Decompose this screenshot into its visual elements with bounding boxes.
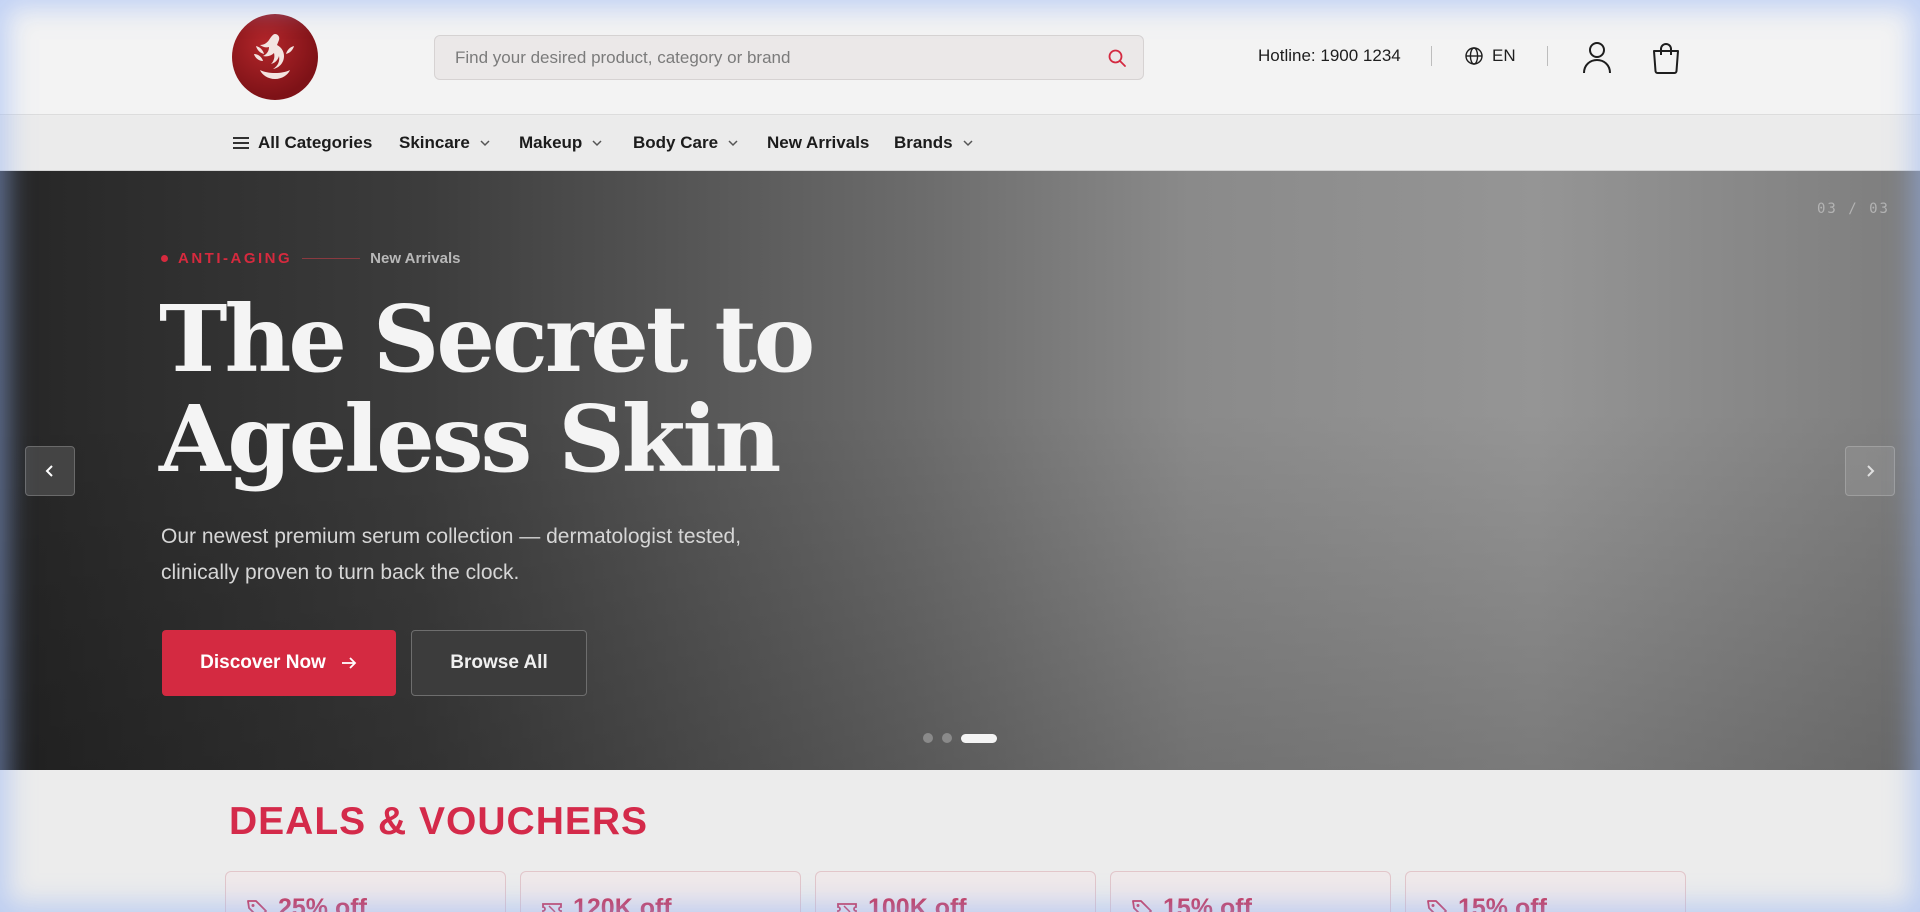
arrow-right-icon (341, 657, 357, 669)
hero-tag-row: ANTI-AGING New Arrivals (161, 250, 461, 267)
tag-icon (247, 900, 267, 912)
carousel-prev-button[interactable] (25, 446, 75, 496)
chevron-right-icon (1867, 465, 1875, 477)
hero-headline: The Secret to Ageless Skin (159, 285, 815, 493)
headline-line-2: Ageless Skin (159, 385, 781, 493)
globe-icon (1465, 47, 1483, 65)
browse-all-button[interactable]: Browse All (411, 630, 587, 696)
tag-dot (161, 255, 168, 262)
voucher-card[interactable]: 15% off (1110, 871, 1391, 912)
divider (1431, 46, 1432, 66)
nav-item-body-care[interactable]: Body Care (633, 133, 740, 153)
carousel-next-button[interactable] (1845, 446, 1895, 496)
chevron-left-icon (45, 465, 53, 477)
search-input[interactable] (455, 36, 1095, 79)
hero-tag-sub: New Arrivals (370, 250, 461, 267)
voucher-title: 100K off (868, 894, 967, 912)
hero-subtext: Our newest premium serum collection — de… (161, 525, 742, 584)
hamburger-menu-icon (233, 137, 249, 149)
search-icon[interactable] (1107, 48, 1127, 68)
carousel-dot-3-active[interactable] (961, 733, 997, 743)
tag-divider (302, 258, 361, 259)
tag-icon (1132, 900, 1152, 912)
nav-label: Skincare (399, 133, 470, 152)
tag-icon (1427, 900, 1447, 912)
language-label: EN (1492, 46, 1516, 65)
nav-item-makeup[interactable]: Makeup (519, 133, 604, 153)
site-header: Hotline: 1900 1234 EN (0, 0, 1920, 115)
hero-tag: ANTI-AGING (178, 250, 293, 267)
carousel-dots (923, 733, 997, 743)
hotline-text: Hotline: 1900 1234 (1258, 46, 1401, 65)
chevron-down-icon (480, 140, 490, 147)
nav-item-new-arrivals[interactable]: New Arrivals (767, 133, 869, 153)
button-label: Browse All (450, 652, 548, 673)
hero-carousel: 03 / 03 ANTI-AGING New Arrivals The Secr… (0, 171, 1920, 770)
brand-logo[interactable] (232, 14, 318, 100)
voucher-title: 120K off (573, 894, 672, 912)
chevron-down-icon (728, 140, 738, 147)
headline-line-1: The Secret to (159, 285, 815, 393)
voucher-card[interactable]: 100K off (815, 871, 1096, 912)
phoenix-logo-icon (254, 34, 294, 79)
voucher-title: 15% off (1163, 894, 1252, 912)
user-account-icon[interactable] (1581, 40, 1613, 74)
language-switcher[interactable]: EN (1464, 46, 1516, 66)
nav-all-categories[interactable]: All Categories (232, 133, 372, 153)
chevron-down-icon (963, 140, 973, 147)
nav-label: Brands (894, 133, 953, 152)
shopping-bag-icon[interactable] (1651, 42, 1681, 74)
voucher-card[interactable]: 15% off (1405, 871, 1686, 912)
slide-counter: 03 / 03 (1816, 201, 1890, 217)
search-bar[interactable] (434, 35, 1144, 80)
nav-item-skincare[interactable]: Skincare (399, 133, 492, 153)
category-nav: All Categories Skincare Makeup Body Care… (0, 116, 1920, 171)
voucher-card[interactable]: 25% off (225, 871, 506, 912)
discover-now-button[interactable]: Discover Now (162, 630, 396, 696)
nav-label: All Categories (258, 133, 373, 152)
button-label: Discover Now (200, 652, 326, 673)
nav-label: Body Care (633, 133, 719, 152)
nav-label: New Arrivals (767, 133, 870, 152)
chevron-down-icon (592, 140, 602, 147)
deals-section-title: DEALS & VOUCHERS (229, 800, 649, 843)
nav-label: Makeup (519, 133, 583, 152)
voucher-title: 15% off (1458, 894, 1547, 912)
voucher-card[interactable]: 120K off (520, 871, 801, 912)
ticket-icon (837, 903, 857, 912)
divider (1547, 46, 1548, 66)
carousel-dot-1[interactable] (923, 733, 933, 743)
nav-item-brands[interactable]: Brands (894, 133, 975, 153)
carousel-dot-2[interactable] (942, 733, 952, 743)
voucher-title: 25% off (278, 894, 367, 912)
ticket-icon (542, 903, 562, 912)
